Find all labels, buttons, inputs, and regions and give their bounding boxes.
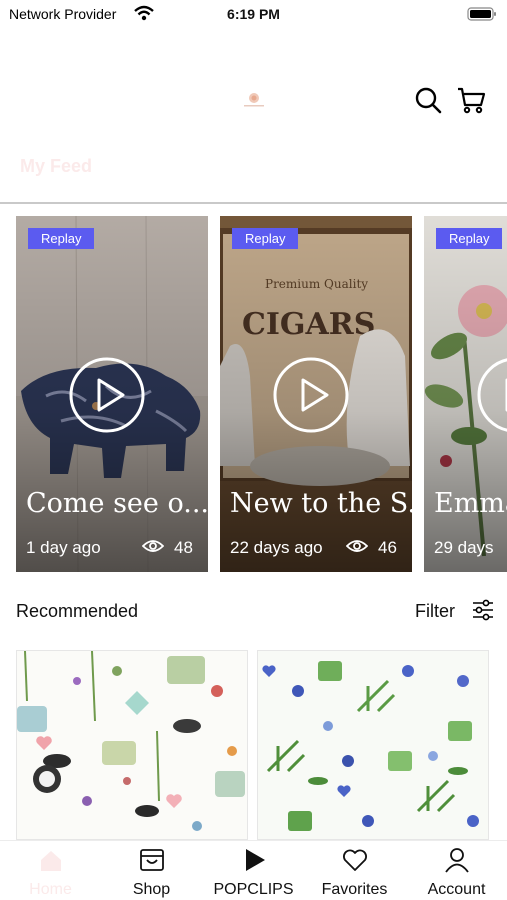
clip-title: Emma <box>434 488 507 519</box>
tab-label: Favorites <box>321 881 388 898</box>
sliders-icon[interactable] <box>471 598 495 622</box>
tab-label: POPCLIPS <box>213 881 294 898</box>
recommended-heading: Recommended <box>16 601 139 621</box>
tab-shop[interactable]: Shop <box>101 841 202 900</box>
battery-icon <box>467 7 496 21</box>
tab-label: Account <box>427 881 486 898</box>
home-icon <box>41 851 61 871</box>
tab-bar: Home Shop POPCLIPS Favorites Account <box>0 840 507 900</box>
clip-title: Come see o... <box>26 488 208 519</box>
play-icon <box>246 849 265 871</box>
clip-card[interactable]: Replay Emma 29 days <box>424 216 507 572</box>
replay-badge: Replay <box>232 228 299 249</box>
feed-title[interactable]: My Feed <box>20 156 92 177</box>
popclips-carousel[interactable]: Replay Come see o... 1 day ago 48 CIGARS… <box>0 216 507 572</box>
eye-icon <box>142 540 164 552</box>
clip-title: New to the S... <box>230 488 412 519</box>
cart-icon[interactable] <box>456 86 486 114</box>
clip-age: 22 days ago <box>230 538 323 557</box>
replay-badge: Replay <box>436 228 503 249</box>
tab-home[interactable]: Home <box>0 841 101 900</box>
shop-icon <box>140 849 164 871</box>
clip-views: 48 <box>174 538 193 557</box>
brand-logo[interactable] <box>238 90 270 110</box>
replay-badge: Replay <box>28 228 95 249</box>
heart-icon <box>343 849 367 871</box>
clip-age: 1 day ago <box>26 538 101 557</box>
tab-label: Shop <box>132 881 171 898</box>
clip-card[interactable]: CIGARS Premium Quality Replay New to the… <box>220 216 412 572</box>
clip-age: 29 days <box>434 538 494 557</box>
clip-card[interactable]: Replay Come see o... 1 day ago 48 <box>16 216 208 572</box>
product-card[interactable] <box>257 650 489 840</box>
status-bar: Network Provider 6:19 PM <box>0 0 507 28</box>
product-image <box>17 651 247 839</box>
play-icon[interactable] <box>476 356 507 434</box>
product-card[interactable] <box>16 650 248 840</box>
product-image <box>258 651 488 839</box>
status-time: 6:19 PM <box>227 6 280 22</box>
filter-button[interactable]: Filter <box>415 601 455 622</box>
person-icon <box>445 848 469 873</box>
header: My Feed <box>0 28 507 204</box>
tab-favorites[interactable]: Favorites <box>304 841 405 900</box>
tab-label: Home <box>29 881 72 898</box>
eye-icon <box>346 540 368 552</box>
clip-views: 46 <box>378 538 397 557</box>
play-icon[interactable] <box>68 356 146 434</box>
play-icon[interactable] <box>272 356 350 434</box>
search-icon[interactable] <box>414 86 442 114</box>
tab-popclips[interactable]: POPCLIPS <box>203 841 304 900</box>
tab-account[interactable]: Account <box>406 841 507 900</box>
